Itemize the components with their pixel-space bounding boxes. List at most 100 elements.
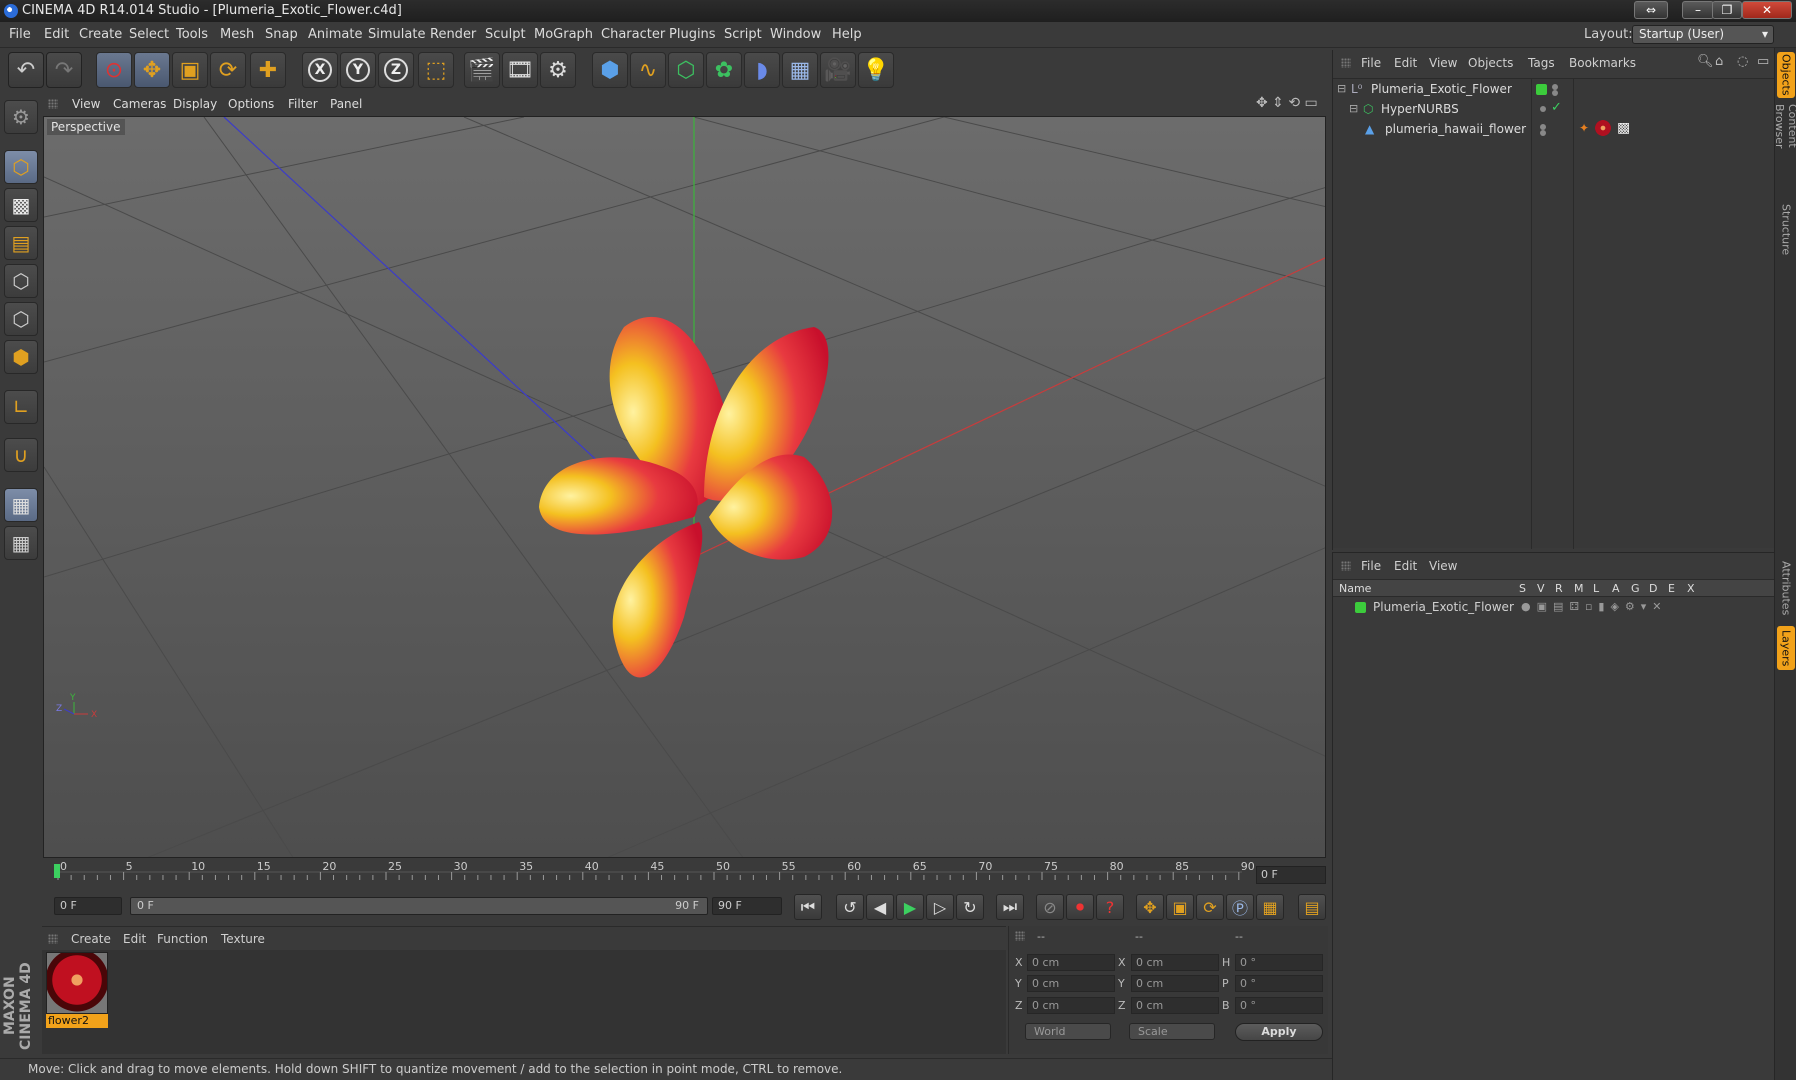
- move-tool-icon[interactable]: ✥: [134, 52, 170, 88]
- panel-undock-icon[interactable]: ▭: [1757, 54, 1769, 69]
- objects-menu-file[interactable]: File: [1361, 56, 1381, 70]
- coord-system-dropdown[interactable]: World: [1025, 1023, 1111, 1040]
- rotation-b-field[interactable]: 0 °: [1235, 997, 1323, 1014]
- tab-attributes[interactable]: Attributes: [1777, 556, 1795, 620]
- menu-snap[interactable]: Snap: [265, 27, 298, 42]
- array-icon[interactable]: ✿: [706, 52, 742, 88]
- menu-tools[interactable]: Tools: [176, 27, 208, 42]
- material-menu-texture[interactable]: Texture: [221, 932, 265, 946]
- layer-color-swatch[interactable]: [1536, 84, 1547, 95]
- column-animation[interactable]: A: [1612, 582, 1620, 595]
- key-pla-icon[interactable]: ▦: [1256, 894, 1284, 920]
- rotation-h-field[interactable]: 0 °: [1235, 954, 1323, 971]
- panel-grip-icon[interactable]: [1015, 931, 1025, 941]
- tree-item-hypernurbs[interactable]: ⊟ ⬡ HyperNURBS ✓: [1333, 99, 1775, 119]
- menu-mesh[interactable]: Mesh: [220, 27, 254, 42]
- max-frame-field[interactable]: 90 F: [712, 897, 782, 915]
- viewport-menu-filter[interactable]: Filter: [288, 97, 318, 111]
- size-y-field[interactable]: 0 cm: [1131, 975, 1219, 992]
- viewport-menu-cameras[interactable]: Cameras: [113, 97, 166, 111]
- maximize-button[interactable]: ❐: [1712, 1, 1742, 19]
- panel-grip-icon[interactable]: [48, 99, 58, 109]
- objects-menu-view[interactable]: View: [1429, 56, 1457, 70]
- autokeying-icon[interactable]: ⏺: [1066, 894, 1094, 920]
- collapse-icon[interactable]: ⊟: [1337, 82, 1346, 95]
- size-mode-dropdown[interactable]: Scale: [1129, 1023, 1215, 1040]
- camera-icon[interactable]: 🎥: [820, 52, 856, 88]
- tree-item-plumeria-exotic-flower[interactable]: ⊟ L⁰ Plumeria_Exotic_Flower: [1333, 79, 1775, 99]
- tab-structure[interactable]: Structure: [1777, 200, 1795, 260]
- layer-row[interactable]: Plumeria_Exotic_Flower ●▣▤⚃▫▮◈⚙▾✕: [1333, 597, 1775, 617]
- live-selection-icon[interactable]: ⊙: [96, 52, 132, 88]
- panel-grip-icon[interactable]: [48, 934, 58, 944]
- menu-select[interactable]: Select: [129, 27, 169, 42]
- column-deformers[interactable]: D: [1649, 582, 1657, 595]
- material-name-label[interactable]: flower2: [46, 1014, 108, 1028]
- polygons-mode-icon[interactable]: ⬢: [4, 340, 38, 374]
- magnet-icon[interactable]: ∪: [4, 438, 38, 472]
- layout-dropdown[interactable]: Startup (User): [1632, 25, 1774, 44]
- layers-menu-view[interactable]: View: [1429, 559, 1457, 573]
- tree-item-plumeria-hawaii-flower[interactable]: ▲ plumeria_hawaii_flower ✦ ▩: [1333, 119, 1775, 139]
- timeline-frame-field[interactable]: 0 F: [1256, 866, 1326, 884]
- points-mode-icon[interactable]: ⬡: [4, 264, 38, 298]
- objects-menu-edit[interactable]: Edit: [1394, 56, 1417, 70]
- render-picture-viewer-icon[interactable]: 🎞: [502, 52, 538, 88]
- workplane-lock-icon[interactable]: ▦: [4, 488, 38, 522]
- record-keys-icon[interactable]: ⊘: [1036, 894, 1064, 920]
- x-axis-lock-button[interactable]: X: [302, 52, 338, 88]
- axis-mode-icon[interactable]: ∟: [4, 390, 38, 424]
- objects-menu-bookmarks[interactable]: Bookmarks: [1569, 56, 1636, 70]
- panel-grip-icon[interactable]: [1341, 561, 1351, 571]
- size-x-field[interactable]: 0 cm: [1131, 954, 1219, 971]
- menu-file[interactable]: File: [9, 27, 31, 42]
- material-tag-icon[interactable]: [1595, 120, 1611, 136]
- rotate-tool-icon[interactable]: ⟳: [210, 52, 246, 88]
- menu-help[interactable]: Help: [832, 27, 862, 42]
- tab-objects[interactable]: Objects: [1777, 52, 1795, 98]
- coordinate-system-icon[interactable]: ⬚: [418, 52, 454, 88]
- previous-frame-icon[interactable]: ◀: [866, 894, 894, 920]
- collapse-icon[interactable]: ⊟: [1349, 102, 1358, 115]
- key-parameter-icon[interactable]: Ⓟ: [1226, 894, 1254, 920]
- tab-layers[interactable]: Layers: [1777, 626, 1795, 670]
- deformer-icon[interactable]: ◗: [744, 52, 780, 88]
- scale-tool-icon[interactable]: ▣: [172, 52, 208, 88]
- spline-icon[interactable]: ∿: [630, 52, 666, 88]
- viewport-menu-options[interactable]: Options: [228, 97, 274, 111]
- material-menu-create[interactable]: Create: [71, 932, 111, 946]
- viewport-menu-view[interactable]: View: [72, 97, 100, 111]
- column-expressions[interactable]: E: [1668, 582, 1675, 595]
- material-menu-function[interactable]: Function: [157, 932, 208, 946]
- column-view[interactable]: V: [1537, 582, 1545, 595]
- column-name[interactable]: Name: [1339, 582, 1371, 595]
- menu-mograph[interactable]: MoGraph: [534, 27, 593, 42]
- home-icon[interactable]: ⌂: [1715, 54, 1723, 69]
- uvw-tag-icon[interactable]: ▩: [1617, 120, 1630, 136]
- cube-primitive-icon[interactable]: ⬢: [592, 52, 628, 88]
- menu-edit[interactable]: Edit: [44, 27, 69, 42]
- menu-render[interactable]: Render: [430, 27, 476, 42]
- position-z-field[interactable]: 0 cm: [1027, 997, 1115, 1014]
- y-axis-lock-button[interactable]: Y: [340, 52, 376, 88]
- next-frame-icon[interactable]: ▷: [926, 894, 954, 920]
- enabled-check-icon[interactable]: ✓: [1551, 100, 1562, 115]
- column-manager[interactable]: M: [1574, 582, 1584, 595]
- phong-tag-icon[interactable]: ✦: [1579, 121, 1589, 135]
- apply-button[interactable]: Apply: [1235, 1023, 1323, 1041]
- close-button[interactable]: ✕: [1742, 1, 1792, 19]
- position-y-field[interactable]: 0 cm: [1027, 975, 1115, 992]
- column-generators[interactable]: G: [1631, 582, 1640, 595]
- workplane-mode-icon[interactable]: ▤: [4, 226, 38, 260]
- position-x-field[interactable]: 0 cm: [1027, 954, 1115, 971]
- undo-button[interactable]: ↶: [8, 52, 44, 88]
- go-to-end-icon[interactable]: ⏭: [996, 894, 1024, 920]
- scene-floor-icon[interactable]: ▦: [782, 52, 818, 88]
- key-position-icon[interactable]: ✥: [1136, 894, 1164, 920]
- size-z-field[interactable]: 0 cm: [1131, 997, 1219, 1014]
- column-xref[interactable]: X: [1687, 582, 1695, 595]
- objects-menu-tags[interactable]: Tags: [1528, 56, 1555, 70]
- render-settings-icon[interactable]: ⚙: [540, 52, 576, 88]
- current-frame-field[interactable]: 0 F: [54, 897, 122, 915]
- layer-toggle-icons[interactable]: ●▣▤⚃▫▮◈⚙▾✕: [1521, 600, 1668, 613]
